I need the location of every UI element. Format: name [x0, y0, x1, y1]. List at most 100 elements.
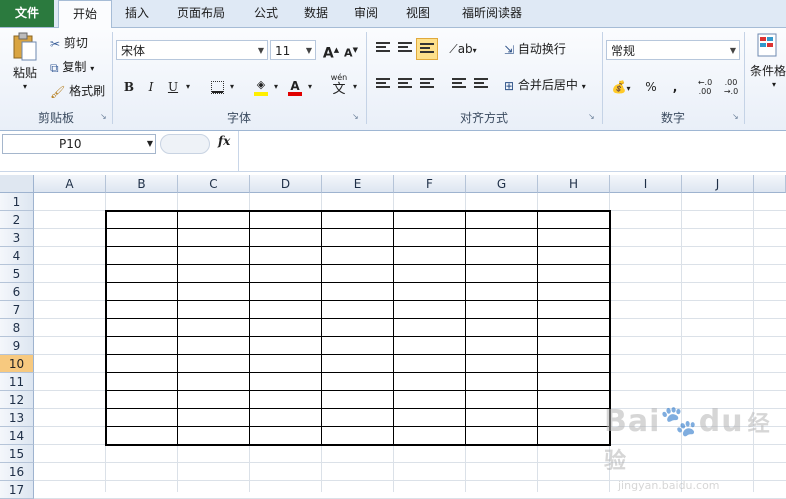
decrease-decimal-button[interactable]: .00 →.0 — [720, 76, 742, 98]
font-color-button[interactable]: A — [284, 76, 306, 98]
alignment-group-label: 对齐方式 — [459, 111, 508, 125]
tab-foxit-reader[interactable]: 福昕阅读器 — [450, 0, 534, 27]
conditional-formatting-button[interactable]: 条件格 ▾ — [750, 32, 786, 90]
format-painter-button[interactable]: 🖌 格式刷 — [50, 82, 105, 101]
row-header-7[interactable]: 7 — [0, 301, 34, 319]
ribbon: 粘贴 ▾ ✂ 剪切 ⧉ 复制 ▾ 🖌 格式刷 剪贴板 ↘ 宋体 ▼ 11 ▼ A… — [0, 28, 786, 131]
column-header-e[interactable]: E — [322, 175, 394, 193]
column-header-i[interactable]: I — [610, 175, 682, 193]
tab-view[interactable]: 视图 — [395, 0, 441, 27]
underline-button[interactable]: U — [162, 76, 184, 98]
column-header-d[interactable]: D — [250, 175, 322, 193]
column-header-a[interactable]: A — [34, 175, 106, 193]
alignment-launcher-icon[interactable]: ↘ — [588, 112, 597, 121]
select-all-button[interactable] — [0, 175, 34, 193]
align-middle-button[interactable] — [394, 38, 416, 60]
row-header-6[interactable]: 6 — [0, 283, 34, 301]
increase-indent-icon — [474, 77, 488, 89]
row-header-11[interactable]: 11 — [0, 373, 34, 391]
column-header-g[interactable]: G — [466, 175, 538, 193]
tab-review[interactable]: 审阅 — [343, 0, 389, 27]
shrink-font-icon: A — [344, 46, 353, 60]
number-launcher-icon[interactable]: ↘ — [732, 112, 741, 121]
formula-bar-splitter[interactable] — [160, 134, 210, 154]
ribbon-tab-bar: 文件 开始 插入 页面布局 公式 数据 审阅 视图 福昕阅读器 — [0, 0, 786, 29]
paste-label: 粘贴 — [12, 66, 37, 80]
align-right-button[interactable] — [416, 74, 438, 96]
group-divider — [744, 32, 745, 124]
row-header-8[interactable]: 8 — [0, 319, 34, 337]
row-header-10[interactable]: 10 — [0, 355, 34, 373]
italic-button[interactable]: I — [140, 76, 162, 98]
fill-color-button[interactable]: ◈ — [250, 76, 272, 98]
align-left-button[interactable] — [372, 74, 394, 96]
currency-icon: 💰 — [611, 80, 627, 94]
row-header-1[interactable]: 1 — [0, 193, 34, 211]
name-box[interactable]: P10 ▼ — [2, 134, 156, 154]
accounting-format-button[interactable]: 💰▾ — [608, 76, 634, 98]
row-header-3[interactable]: 3 — [0, 229, 34, 247]
cut-label: 剪切 — [63, 36, 88, 50]
borders-button[interactable] — [206, 76, 228, 98]
orientation-button[interactable]: ⟋ab▾ — [448, 38, 478, 60]
align-middle-icon — [398, 41, 412, 53]
paw-icon: 🐾 — [660, 404, 699, 439]
percent-button[interactable]: % — [640, 76, 662, 98]
fill-color-dropdown-icon[interactable]: ▾ — [270, 76, 282, 98]
align-center-button[interactable] — [394, 74, 416, 96]
underline-dropdown-icon[interactable]: ▾ — [182, 76, 194, 98]
phonetic-dropdown-icon[interactable]: ▾ — [350, 76, 360, 98]
increase-decimal-button[interactable]: ←.0 .00 — [694, 76, 716, 98]
tab-home[interactable]: 开始 — [58, 0, 112, 29]
column-header-b[interactable]: B — [106, 175, 178, 193]
scissors-icon: ✂ — [50, 36, 61, 51]
clipboard-launcher-icon[interactable]: ↘ — [100, 112, 109, 121]
row-header-13[interactable]: 13 — [0, 409, 34, 427]
tab-page-layout[interactable]: 页面布局 — [164, 0, 238, 27]
column-header-c[interactable]: C — [178, 175, 250, 193]
bold-button[interactable]: B — [118, 76, 140, 98]
formula-input[interactable] — [238, 131, 786, 171]
grow-font-button[interactable]: A▲ — [320, 39, 342, 62]
align-top-button[interactable] — [372, 38, 394, 60]
copy-button[interactable]: ⧉ 复制 ▾ — [50, 58, 94, 78]
chevron-down-icon: ▾ — [626, 84, 631, 93]
copy-dropdown-icon: ▾ — [90, 64, 95, 73]
row-header-16[interactable]: 16 — [0, 463, 34, 481]
row-header-15[interactable]: 15 — [0, 445, 34, 463]
tab-data[interactable]: 数据 — [293, 0, 339, 27]
paste-button[interactable]: 粘贴 ▾ — [10, 32, 40, 98]
row-header-17[interactable]: 17 — [0, 481, 34, 499]
wrap-text-button[interactable]: ⇲ 自动换行 — [504, 40, 566, 59]
font-launcher-icon[interactable]: ↘ — [352, 112, 361, 121]
align-center-icon — [398, 77, 412, 89]
row-header-2[interactable]: 2 — [0, 211, 34, 229]
increase-indent-button[interactable] — [470, 74, 492, 96]
format-painter-label: 格式刷 — [69, 84, 106, 98]
merge-center-button[interactable]: ⊞ 合并后居中 ▾ — [504, 76, 586, 96]
font-name-combo[interactable]: 宋体 ▼ — [116, 40, 268, 60]
number-format-combo[interactable]: 常规 ▼ — [606, 40, 740, 60]
align-bottom-button[interactable] — [416, 38, 438, 60]
insert-function-icon[interactable]: fx — [218, 134, 230, 148]
row-header-14[interactable]: 14 — [0, 427, 34, 445]
cut-button[interactable]: ✂ 剪切 — [50, 34, 88, 53]
column-header-h[interactable]: H — [538, 175, 610, 193]
tab-insert[interactable]: 插入 — [114, 0, 160, 27]
tab-formulas[interactable]: 公式 — [243, 0, 289, 27]
column-header-f[interactable]: F — [394, 175, 466, 193]
borders-dropdown-icon[interactable]: ▾ — [226, 76, 238, 98]
row-header-4[interactable]: 4 — [0, 247, 34, 265]
column-header-j[interactable]: J — [682, 175, 754, 193]
row-header-9[interactable]: 9 — [0, 337, 34, 355]
tab-file[interactable]: 文件 — [0, 0, 54, 27]
decrease-indent-button[interactable] — [448, 74, 470, 96]
phonetic-button[interactable]: wén 文 — [326, 72, 352, 100]
comma-button[interactable]: , — [664, 76, 686, 98]
row-header-12[interactable]: 12 — [0, 391, 34, 409]
font-color-dropdown-icon[interactable]: ▾ — [304, 76, 316, 98]
row-header-5[interactable]: 5 — [0, 265, 34, 283]
shrink-font-button[interactable]: A▼ — [340, 39, 362, 61]
column-header-partial[interactable] — [754, 175, 786, 193]
font-size-combo[interactable]: 11 ▼ — [270, 40, 316, 60]
